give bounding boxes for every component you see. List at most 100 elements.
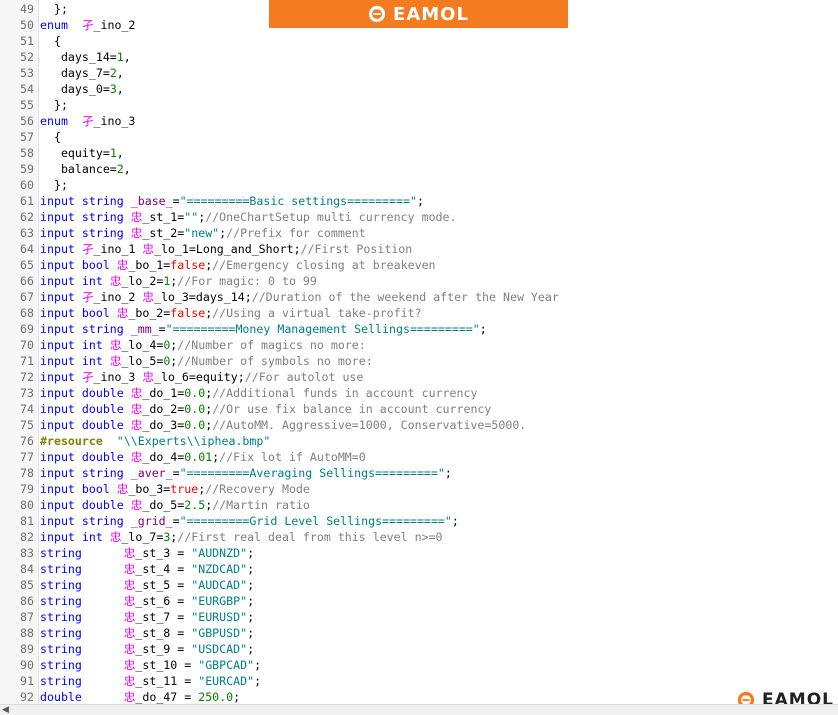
- code-token: input double: [40, 498, 131, 512]
- code-line[interactable]: 88 string 忠_st_8 = "GBPUSD";: [0, 625, 838, 641]
- code-line[interactable]: 60 };: [0, 177, 838, 193]
- code-token: 0.0: [184, 402, 206, 416]
- code-text: input string _aver_="=========Averaging …: [40, 465, 452, 481]
- code-token: ;: [247, 594, 255, 608]
- line-number: 80: [20, 498, 34, 512]
- code-token: balance=: [40, 162, 117, 176]
- code-line[interactable]: 82 input int 忠_lo_7=3;//First real deal f…: [0, 529, 838, 545]
- code-token: ;: [247, 562, 255, 576]
- code-line[interactable]: 84 string 忠_st_4 = "NZDCAD";: [0, 561, 838, 577]
- line-number: 74: [20, 402, 34, 416]
- code-line[interactable]: 87 string 忠_st_7 = "EURUSD";: [0, 609, 838, 625]
- code-token: string: [40, 674, 82, 688]
- code-token: 孑: [81, 114, 94, 128]
- code-token: input bool: [40, 258, 117, 272]
- code-text: string 忠_st_10 = "GBPCAD";: [40, 657, 261, 673]
- code-line[interactable]: 55 };: [0, 97, 838, 113]
- line-number: 84: [20, 562, 34, 576]
- code-token: };: [40, 2, 68, 16]
- code-token: _do_4=: [142, 450, 185, 464]
- line-number: 68: [20, 306, 34, 320]
- code-line[interactable]: 73 input double 忠_do_1=0.0;//Additional f…: [0, 385, 838, 401]
- code-text: };: [40, 1, 68, 17]
- code-line[interactable]: 90 string 忠_st_10 = "GBPCAD";: [0, 657, 838, 673]
- line-number: 49: [20, 2, 34, 16]
- code-line[interactable]: 77 input double 忠_do_4=0.01;//Fix lot if …: [0, 449, 838, 465]
- code-text: string 忠_st_7 = "EURUSD";: [40, 609, 254, 625]
- code-token: equity=: [40, 146, 110, 160]
- code-token: //First Position: [300, 242, 413, 256]
- code-line[interactable]: 69 input string _mm_="=========Money Mana…: [0, 321, 838, 337]
- line-number: 61: [20, 194, 34, 208]
- line-number: 87: [20, 610, 34, 624]
- code-token: 忠: [130, 210, 143, 224]
- code-token: _bo_1=: [128, 258, 171, 272]
- code-token: "\\Experts\\iphea.bmp": [116, 434, 271, 448]
- line-number: 92: [20, 690, 34, 704]
- code-line[interactable]: 83 string 忠_st_3 = "AUDNZD";: [0, 545, 838, 561]
- code-token: string: [40, 610, 82, 624]
- code-token: true: [170, 482, 199, 496]
- code-line[interactable]: 71 input int 忠_lo_5=0;//Number of symbols…: [0, 353, 838, 369]
- code-token: 忠: [123, 562, 136, 576]
- code-editor[interactable]: 49 }; 50 enum 孑_ino_2 51 {52 days_14=1, 53 d…: [0, 0, 838, 704]
- code-line[interactable]: 79 input bool 忠_bo_3=true;//Recovery Mode: [0, 481, 838, 497]
- code-token: input int: [40, 274, 110, 288]
- code-line[interactable]: 70 input int 忠_lo_4=0;//Number of magics …: [0, 337, 838, 353]
- code-token: 忠: [109, 354, 122, 368]
- line-number: 62: [20, 210, 34, 224]
- line-number: 56: [20, 114, 34, 128]
- code-line[interactable]: 91 string 忠_st_11 = "EURCAD";: [0, 673, 838, 689]
- code-line[interactable]: 76 #resource "\\Experts\\iphea.bmp": [0, 433, 838, 449]
- code-line[interactable]: 65 input bool 忠_bo_1=false;//Emergency cl…: [0, 257, 838, 273]
- line-number: 81: [20, 514, 34, 528]
- code-line[interactable]: 61 input string _base_="=========Basic se…: [0, 193, 838, 209]
- horizontal-scrollbar[interactable]: ◀: [0, 704, 838, 715]
- code-line[interactable]: 66 input int 忠_lo_2=1;//For magic: 0 to 9…: [0, 273, 838, 289]
- code-line[interactable]: 68 input bool 忠_bo_2=false;//Using a virt…: [0, 305, 838, 321]
- code-line[interactable]: 54 days_0=3,: [0, 81, 838, 97]
- code-line[interactable]: 53 days_7=2,: [0, 65, 838, 81]
- code-line[interactable]: 78 input string _aver_="=========Averagin…: [0, 465, 838, 481]
- code-token: input string: [40, 194, 131, 208]
- code-line[interactable]: 62 input string 忠_st_1="";//OneChartSetup…: [0, 209, 838, 225]
- code-line[interactable]: 51 {: [0, 33, 838, 49]
- code-text: days_0=3,: [40, 81, 124, 97]
- code-line[interactable]: 57 {: [0, 129, 838, 145]
- code-token: _grid_: [130, 514, 173, 528]
- code-token: //Recovery Mode: [205, 482, 310, 496]
- code-line[interactable]: 72 input 孑_ino_3 忠_lo_6=equity;//For auto…: [0, 369, 838, 385]
- code-line[interactable]: 63 input string 忠_st_2="new";//Prefix for…: [0, 225, 838, 241]
- code-token: days_0=: [40, 82, 110, 96]
- code-token: 忠: [130, 498, 143, 512]
- code-line[interactable]: 75 input double 忠_do_3=0.0;//AutoMM. Aggr…: [0, 417, 838, 433]
- code-token: input double: [40, 418, 131, 432]
- code-token: 忠: [130, 386, 143, 400]
- code-token: 忠: [142, 370, 154, 384]
- code-token: 1: [109, 146, 117, 160]
- code-line[interactable]: 92 double 忠_do_47 = 250.0;: [0, 689, 838, 705]
- code-line[interactable]: 58 equity=1,: [0, 145, 838, 161]
- code-line[interactable]: 86 string 忠_st_6 = "EURGBP";: [0, 593, 838, 609]
- code-line[interactable]: 56 enum 孑_ino_3: [0, 113, 838, 129]
- code-line[interactable]: 89 string 忠_st_9 = "USDCAD";: [0, 641, 838, 657]
- code-text: string 忠_st_9 = "USDCAD";: [40, 641, 254, 657]
- code-text: input 孑_ino_3 忠_lo_6=equity;//For autolo…: [40, 369, 363, 385]
- code-token: 0.0: [184, 386, 206, 400]
- code-line[interactable]: 85 string 忠_st_5 = "AUDCAD";: [0, 577, 838, 593]
- code-line[interactable]: 59 balance=2,: [0, 161, 838, 177]
- code-token: //First real deal from this level n>=0: [177, 530, 443, 544]
- code-line[interactable]: 81 input string _grid_="=========Grid Lev…: [0, 513, 838, 529]
- code-line[interactable]: 67 input 孑_ino_2 忠_lo_3=days_14;//Duratio…: [0, 289, 838, 305]
- line-number: 71: [20, 354, 34, 368]
- code-token: _st_3 =: [135, 546, 192, 560]
- line-number: 66: [20, 274, 34, 288]
- code-token: ;: [451, 514, 459, 528]
- line-number: 89: [20, 642, 34, 656]
- code-line[interactable]: 64 input 孑_ino_1 忠_lo_1=Long_and_Short;//…: [0, 241, 838, 257]
- code-line[interactable]: 74 input double 忠_do_2=0.0;//Or use fix b…: [0, 401, 838, 417]
- code-line[interactable]: 52 days_14=1,: [0, 49, 838, 65]
- code-line[interactable]: 80 input double 忠_do_5=2.5;//Martin ratio: [0, 497, 838, 513]
